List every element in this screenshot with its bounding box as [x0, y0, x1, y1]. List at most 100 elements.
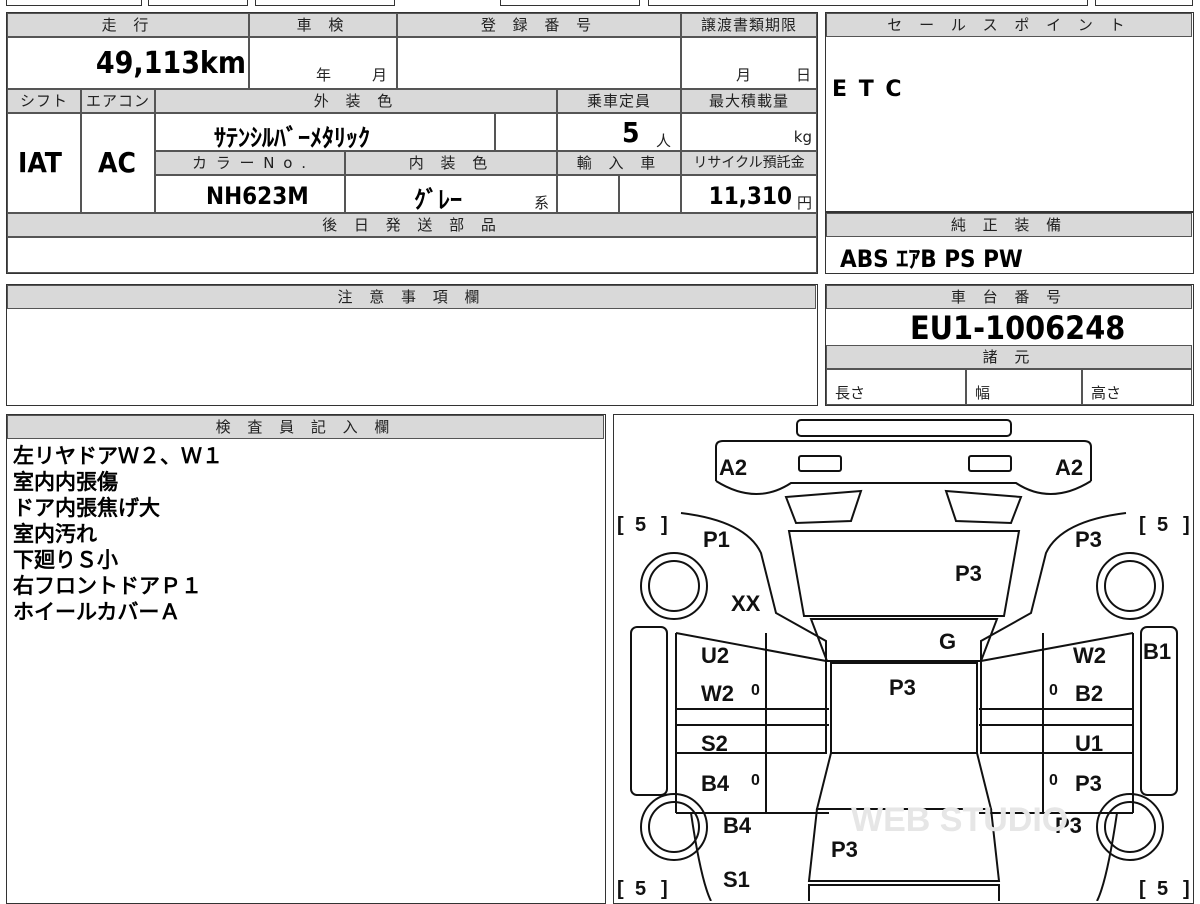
tire-bracket-open: [	[617, 514, 624, 536]
sales-point-box: セ ー ル ス ポ イ ン ト E T C	[825, 12, 1194, 212]
transfer-header: 譲渡書類期限	[681, 13, 817, 37]
tire-bracket-open: [	[1139, 878, 1146, 900]
tire-mark-fr: 5	[1157, 514, 1168, 536]
dim-length-cell: 長さ	[826, 369, 966, 405]
tire-bracket-close: ]	[1183, 878, 1190, 900]
mark-rr-door-top: U1	[1075, 731, 1103, 756]
note-line: ドア内張焦げ大	[13, 496, 160, 520]
interior-color-suffix: 系	[534, 194, 550, 212]
note-line: 室内内張傷	[13, 470, 118, 494]
interior-color-value: ｸﾞﾚｰ	[414, 186, 462, 214]
mark-rear-left: B4	[723, 813, 752, 838]
mark-fl-extra: XX	[731, 591, 761, 616]
watermark: WEB STUDIO	[851, 801, 1068, 839]
shift-cell: IAT	[7, 113, 81, 213]
tire-bracket-close: ]	[1183, 514, 1190, 536]
max-load-cell: kg	[681, 113, 817, 151]
spec-table: 走 行 車 検 登 録 番 号 譲渡書類期限 49,113 km 年 月 月 日…	[6, 12, 818, 274]
mileage-cell: 49,113 km	[7, 37, 249, 89]
zero-mark: 0	[1049, 682, 1058, 699]
transfer-month: 月	[736, 66, 752, 84]
top-strip	[0, 0, 1200, 8]
capacity-cell: 5 人	[557, 113, 681, 151]
import-cell-b	[619, 175, 681, 213]
caution-box: 注 意 事 項 欄	[6, 284, 818, 406]
sales-point-header: セ ー ル ス ポ イ ン ト	[826, 13, 1192, 37]
equipment-value: ABS ｴｱB PS PW	[840, 245, 1023, 273]
mark-front-left: A2	[719, 455, 747, 480]
note-line: 室内汚れ	[13, 522, 97, 546]
inspection-month: 月	[372, 66, 388, 84]
mark-fl-fender: P1	[703, 527, 730, 552]
zero-mark: 0	[751, 682, 760, 699]
capacity-header: 乗車定員	[557, 89, 681, 113]
recycle-value: 11,310	[708, 182, 792, 210]
capacity-unit: 人	[656, 132, 672, 150]
mark-lf-door-top: U2	[701, 643, 729, 668]
mark-rf-door-bottom: B2	[1075, 681, 1103, 706]
tire-bracket-open: [	[1139, 514, 1146, 536]
shift-header: シフト	[7, 89, 81, 113]
diagram-labels: A2 A2 P1 P3 P3 XX G U2 W2 S2 B4 W2 B2 U1…	[617, 455, 1190, 900]
dim-height-label: 高さ	[1091, 384, 1122, 402]
ac-header: エアコン	[81, 89, 155, 113]
inspection-year: 年	[316, 66, 332, 84]
mileage-unit: km	[199, 46, 246, 81]
tire-mark-fl: 5	[635, 514, 646, 536]
mark-rr-door-bottom: P3	[1075, 771, 1102, 796]
exterior-color-header: 外 装 色	[155, 89, 557, 113]
mark-fr-fender: P3	[1075, 527, 1102, 552]
inspection-cell: 年 月	[249, 37, 397, 89]
mark-rear-sill: S1	[723, 867, 750, 892]
mark-trunk: P3	[831, 837, 858, 862]
mark-right-side: B1	[1143, 639, 1171, 664]
shift-value: IAT	[18, 146, 62, 179]
equipment-box: 純 正 装 備 ABS ｴｱB PS PW	[825, 212, 1194, 274]
inspection-header: 車 検	[249, 13, 397, 37]
dimensions-header: 諸 元	[826, 345, 1192, 369]
import-cell-a	[557, 175, 619, 213]
note-line: 右フロントドアＰ１	[13, 574, 202, 598]
exterior-color-extra	[495, 113, 557, 151]
color-no-cell: NH623M	[155, 175, 345, 213]
inspector-header: 検 査 員 記 入 欄	[7, 415, 604, 439]
mark-roof: P3	[889, 675, 916, 700]
registration-cell	[397, 37, 681, 89]
ac-cell: AC	[81, 113, 155, 213]
zero-mark: 0	[1049, 772, 1058, 789]
registration-header: 登 録 番 号	[397, 13, 681, 37]
note-line: 下廻りＳ小	[13, 548, 118, 572]
tire-bracket-open: [	[617, 878, 624, 900]
color-no-header: カ ラ ー N o .	[155, 151, 345, 175]
max-load-header: 最大積載量	[681, 89, 817, 113]
chassis-number: EU1-1006248	[910, 309, 1126, 347]
car-diagram-box: A2 A2 P1 P3 P3 XX G U2 W2 S2 B4 W2 B2 U1…	[613, 414, 1194, 904]
inspector-box: 検 査 員 記 入 欄 左リヤドアＷ２、Ｗ１ 室内内張傷 ドア内張焦げ大 室内汚…	[6, 414, 606, 904]
import-header: 輸 入 車	[557, 151, 681, 175]
mark-lr-door-bottom: B4	[701, 771, 730, 796]
sales-point-value: E T C	[832, 77, 904, 102]
mark-windshield: G	[939, 629, 956, 654]
interior-color-header: 内 装 色	[345, 151, 557, 175]
dim-width-label: 幅	[975, 384, 991, 402]
color-no-value: NH623M	[206, 182, 309, 210]
recycle-header: リサイクル預託金	[681, 151, 817, 175]
note-line: 左リヤドアＷ２、Ｗ１	[13, 444, 223, 468]
mark-lr-door-top: S2	[701, 731, 728, 756]
dim-width-cell: 幅	[966, 369, 1082, 405]
transfer-cell: 月 日	[681, 37, 817, 89]
recycle-cell: 11,310 円	[681, 175, 817, 213]
dim-height-cell: 高さ	[1082, 369, 1192, 405]
capacity-value: 5	[622, 116, 640, 149]
interior-color-cell: ｸﾞﾚｰ 系	[345, 175, 557, 214]
dim-length-label: 長さ	[835, 384, 866, 402]
max-load-unit: kg	[793, 128, 812, 146]
chassis-header: 車 台 番 号	[826, 285, 1192, 309]
exterior-color-value: ｻﾃﾝｼﾙﾊﾞｰﾒﾀﾘｯｸ	[214, 124, 370, 152]
exterior-color-cell: ｻﾃﾝｼﾙﾊﾞｰﾒﾀﾘｯｸ	[155, 113, 495, 152]
mark-lf-door-bottom: W2	[701, 681, 734, 706]
zero-mark: 0	[751, 772, 760, 789]
chassis-box: 車 台 番 号 EU1-1006248 諸 元 長さ 幅 高さ	[825, 284, 1194, 406]
mark-front-right: A2	[1055, 455, 1083, 480]
transfer-day: 日	[796, 66, 812, 84]
